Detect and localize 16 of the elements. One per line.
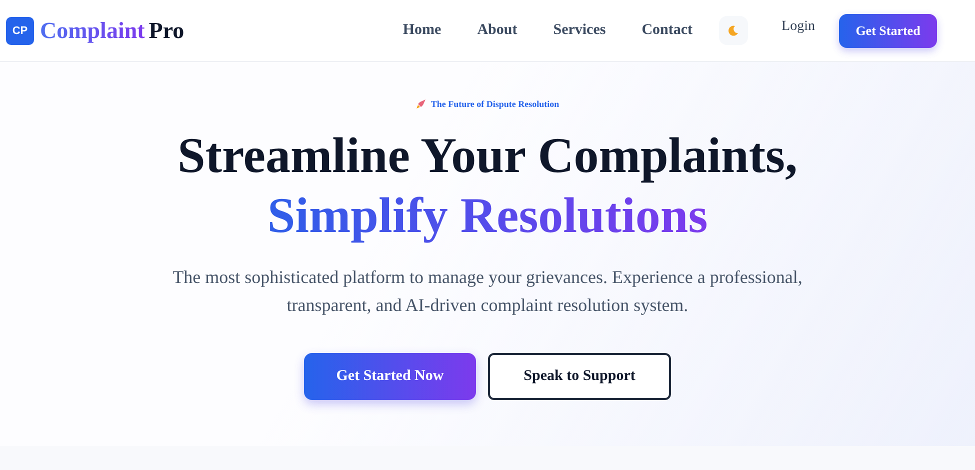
brand-suffix: Pro <box>148 18 184 44</box>
login-link[interactable]: Login <box>782 18 815 34</box>
tagline: The Future of Dispute Resolution <box>430 99 560 109</box>
get-started-button[interactable]: Get Started <box>839 14 937 48</box>
nav-link[interactable]: Home <box>402 22 442 39</box>
theme-toggle-button[interactable] <box>718 16 748 45</box>
logo-badge: CP <box>6 16 34 44</box>
rocket-icon <box>416 99 426 109</box>
nav-link[interactable]: Contact <box>642 22 693 39</box>
hero-description: The most sophisticated platform to manage your grievances. Experience a professional, transparent, and AI-driven complaint resolution system. <box>172 266 802 317</box>
speak-to-support-button[interactable]: Speak to Support <box>488 353 671 400</box>
hero-title: Streamline Your Complaints, <box>178 127 798 183</box>
nav-link[interactable]: About <box>477 22 518 39</box>
moon-icon <box>727 24 740 36</box>
get-started-now-button[interactable]: Get Started Now <box>304 353 476 400</box>
nav-link[interactable]: Services <box>553 22 606 39</box>
